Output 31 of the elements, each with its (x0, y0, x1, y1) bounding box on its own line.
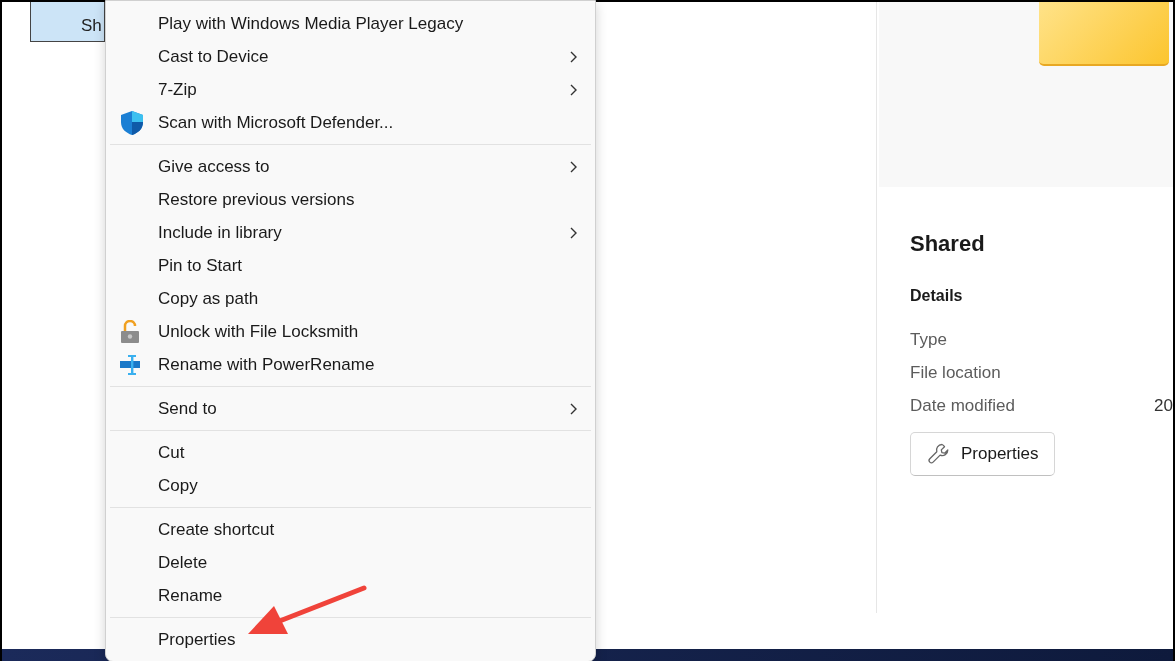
menu-item[interactable]: Create shortcut (110, 513, 591, 546)
menu-item[interactable]: Play with Windows Media Player Legacy (110, 7, 591, 40)
menu-item[interactable]: Include in library (110, 216, 591, 249)
section-heading: Details (910, 287, 964, 305)
folder-icon (1039, 2, 1169, 66)
folder-name: Shared (910, 231, 986, 257)
menu-item[interactable]: Copy (110, 469, 591, 502)
menu-item[interactable]: Copy as path (110, 282, 591, 315)
menu-item[interactable]: Cast to Device (110, 40, 591, 73)
padlock-icon (120, 319, 140, 344)
menu-item[interactable]: Give access to (110, 150, 591, 183)
menu-item[interactable]: Unlock with File Locksmith (110, 315, 591, 348)
menu-item[interactable]: 7-Zip (110, 73, 591, 106)
properties-button[interactable]: Properties (910, 432, 1056, 476)
menu-item[interactable]: Scan with Microsoft Defender... (110, 106, 591, 139)
menu-item[interactable]: Pin to Start (110, 249, 591, 282)
property-value: 20 (1154, 395, 1173, 416)
menu-item[interactable]: Restore previous versions (110, 183, 591, 216)
property-label: Type (910, 329, 948, 350)
menu-item[interactable]: Delete (110, 546, 591, 579)
property-label: Date modified (910, 395, 1016, 416)
menu-item[interactable]: Send to (110, 392, 591, 425)
file-item[interactable]: Sh (30, 2, 105, 42)
menu-item[interactable]: Cut (110, 436, 591, 469)
menu-item[interactable]: Rename with PowerRename (110, 348, 591, 381)
property-label: File location (910, 362, 1002, 383)
menu-item[interactable]: Properties (110, 623, 591, 656)
wrench-icon (927, 442, 951, 466)
menu-item[interactable]: Rename (110, 579, 591, 612)
shield-icon (120, 109, 144, 136)
rename-icon (120, 354, 142, 375)
